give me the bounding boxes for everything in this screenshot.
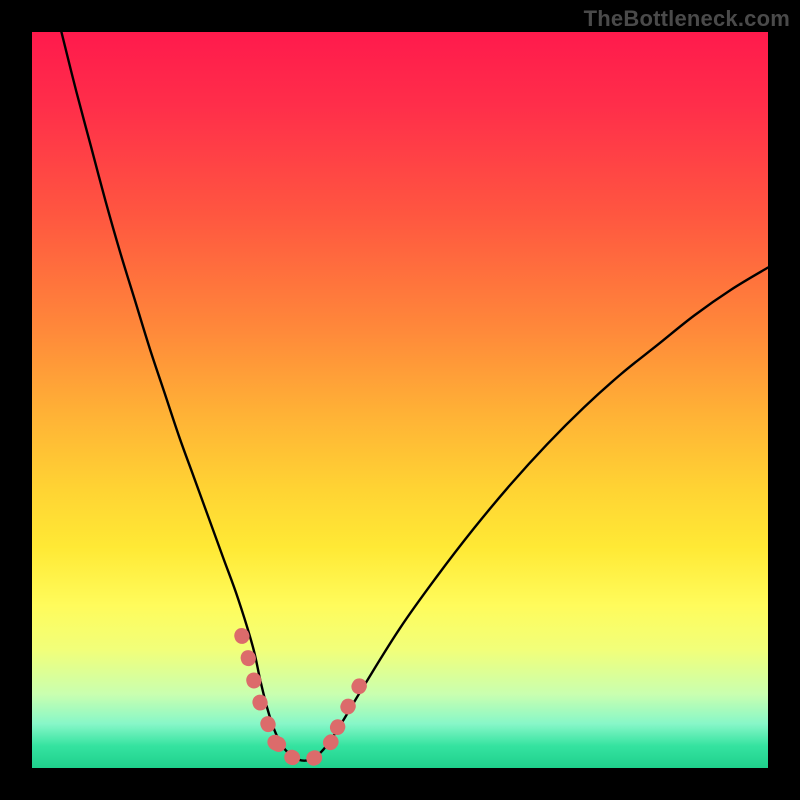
watermark-text: TheBottleneck.com [584, 6, 790, 32]
highlight-segment-left [242, 636, 279, 745]
plot-area [32, 32, 768, 768]
highlight-segment-right [337, 686, 359, 728]
chart-stage: TheBottleneck.com [0, 0, 800, 800]
curve-layer [32, 32, 768, 768]
bottleneck-curve [61, 32, 768, 761]
